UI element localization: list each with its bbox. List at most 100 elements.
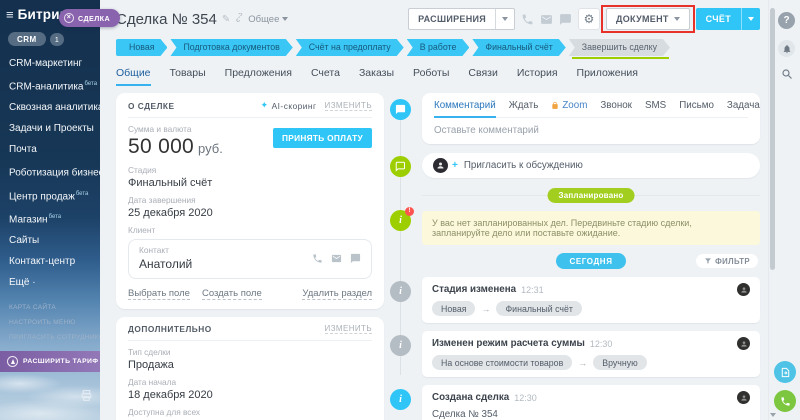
phone-icon[interactable] [312,253,323,264]
field-label: Дата завершения [128,195,372,205]
sidebar-item-contact-center[interactable]: Контакт-центр [9,251,100,272]
phone-icon[interactable] [521,13,534,26]
contact-name[interactable]: Анатолий [139,257,192,271]
select-field-link[interactable]: Выбрать поле [128,288,190,300]
section-title: ДОПОЛНИТЕЛЬНО [128,324,212,334]
tab-zoom[interactable]: Zoom [551,100,587,111]
field-value[interactable]: Финальный счёт [128,177,372,189]
stage-docs[interactable]: Подготовка документов [170,39,292,56]
deal-currency: руб. [198,141,223,156]
sidebar-item-mail[interactable]: Почта [9,139,100,160]
sidebar-item-sites[interactable]: Сайты [9,230,100,251]
sidebar-item-tasks[interactable]: Задачи и Проекты [9,118,100,139]
comment-input[interactable]: Оставьте комментарий [434,118,748,136]
tab-comment[interactable]: Комментарий [434,100,496,118]
copy-link-icon[interactable] [235,13,244,25]
rail-bottom-actions [774,361,796,412]
configure-menu-link[interactable]: НАСТРОИТЬ МЕНЮ [9,315,100,330]
printer-icon[interactable] [80,389,93,407]
amount-field: Сумма и валюта 50 000 руб. ПРИНЯТЬ ОПЛАТ… [128,124,372,159]
telephony-icon[interactable] [774,390,796,412]
tab-email[interactable]: Письмо [679,100,714,111]
stage-prepay-invoice[interactable]: Счёт на предоплату [296,39,404,56]
tab-products[interactable]: Товары [170,67,206,86]
sidebar-item-label: Почта [9,144,37,155]
field-label: Тип сделки [128,347,372,357]
help-icon[interactable]: ? [778,12,795,29]
deal-tabs: Общие Товары Предложения Счета Заказы Ро… [116,67,760,86]
tab-task[interactable]: Задача [727,100,760,111]
accept-payment-button[interactable]: ПРИНЯТЬ ОПЛАТУ [273,128,372,148]
view-selector[interactable]: Общее [248,14,288,25]
search-icon[interactable] [781,68,793,80]
sidebar-item-sales-center[interactable]: Центр продажбета [9,184,100,207]
contact-type-label: Контакт [139,245,192,255]
tab-invoices[interactable]: Счета [311,67,340,86]
stage-close-deal[interactable]: Завершить сделку [569,39,670,56]
gear-icon[interactable]: ⚙ [578,8,600,30]
sidebar-item-store[interactable]: Магазинбета [9,207,100,230]
stage-new[interactable]: Новая [116,39,167,56]
sidebar-item-e2e-analytics[interactable]: Сквозная аналитика [9,97,100,118]
invoice-button[interactable]: СЧЁТ [696,8,760,30]
entry-detail: Сделка № 354 [432,409,750,420]
tab-wait[interactable]: Ждать [509,100,539,111]
invite-employees-link[interactable]: ПРИГЛАСИТЬ СОТРУДНИКОВ [9,330,100,345]
hamburger-menu-icon[interactable]: ≡ [6,7,14,22]
tab-robots[interactable]: Роботы [413,67,449,86]
create-field-link[interactable]: Создать поле [202,288,262,300]
tab-sms[interactable]: SMS [645,100,666,111]
delete-section-link[interactable]: Удалить раздел [302,288,372,300]
tab-orders[interactable]: Заказы [359,67,394,86]
invite-to-discussion[interactable]: + Пригласить к обсуждению [422,153,760,178]
chat-icon[interactable] [350,253,361,264]
sidebar-item-more[interactable]: Ещё · [9,272,100,293]
scrollbar[interactable] [770,8,775,270]
entry-sum-mode-changed[interactable]: Изменен режим расчета суммы 12:30 На осн… [422,331,760,377]
chevron-down-icon [748,17,754,21]
planned-separator: Запланировано [422,188,760,202]
invoice-dropdown[interactable] [741,8,760,30]
stage-in-progress[interactable]: В работе [407,39,470,56]
envelope-icon[interactable] [331,253,342,264]
bell-icon[interactable] [778,40,795,57]
upgrade-plan-button[interactable]: РАСШИРИТЬ ТАРИФ [0,351,100,372]
sidebar-item-crm-marketing[interactable]: CRM-маркетинг [9,53,100,74]
tab-zoom-label: Zoom [562,100,587,111]
sitemap-link[interactable]: КАРТА САЙТА [9,300,100,315]
avatar [737,283,750,296]
field-value[interactable]: 25 декабря 2020 [128,207,372,219]
field-value[interactable]: Продажа [128,359,372,371]
close-icon[interactable]: × [64,13,74,23]
edit-section-link[interactable]: ИЗМЕНИТЬ [325,101,372,111]
entry-deal-created[interactable]: Создана сделка 12:30 Сделка № 354 [422,385,760,420]
extensions-dropdown[interactable] [495,9,514,29]
stage-final-invoice[interactable]: Финальный счёт [472,39,565,56]
contact-card[interactable]: Контакт Анатолий [128,239,372,279]
tab-call[interactable]: Звонок [600,100,632,111]
tab-apps[interactable]: Приложения [577,67,638,86]
deal-tab-label: СДЕЛКА [78,14,110,23]
entry-stage-changed[interactable]: Стадия изменена 12:31 Новая → Финальный … [422,277,760,323]
document-button[interactable]: ДОКУМЕНТ [606,8,690,30]
ai-scoring-button[interactable]: ✦ AI-скоринг [261,100,317,111]
tab-general[interactable]: Общие [116,67,151,86]
scroll-down-arrow[interactable] [770,413,776,417]
tab-links[interactable]: Связи [468,67,497,86]
edit-title-icon[interactable]: ✎ [222,14,230,25]
edit-section-link[interactable]: ИЗМЕНИТЬ [325,324,372,334]
crm-widget-icon[interactable] [774,361,796,383]
sidebar-item-rpa[interactable]: Роботизация бизнес...бета [9,160,100,183]
envelope-icon[interactable] [540,13,553,26]
tab-history[interactable]: История [517,67,558,86]
avatar [737,391,750,404]
filter-button[interactable]: ФИЛЬТР [696,254,758,268]
tab-quotes[interactable]: Предложения [225,67,292,86]
chat-icon[interactable] [559,13,572,26]
sidebar-item-crm-analytics[interactable]: CRM-аналитикабета [9,74,100,97]
comment-composer-card: Комментарий Ждать Zoom Звонок SMS Письмо… [422,93,760,144]
sidebar-item-crm[interactable]: CRM [8,32,46,46]
field-value[interactable]: 18 декабря 2020 [128,389,372,401]
extensions-button[interactable]: РАСШИРЕНИЯ [408,8,515,30]
deal-slider-tab[interactable]: × СДЕЛКА [59,9,120,27]
